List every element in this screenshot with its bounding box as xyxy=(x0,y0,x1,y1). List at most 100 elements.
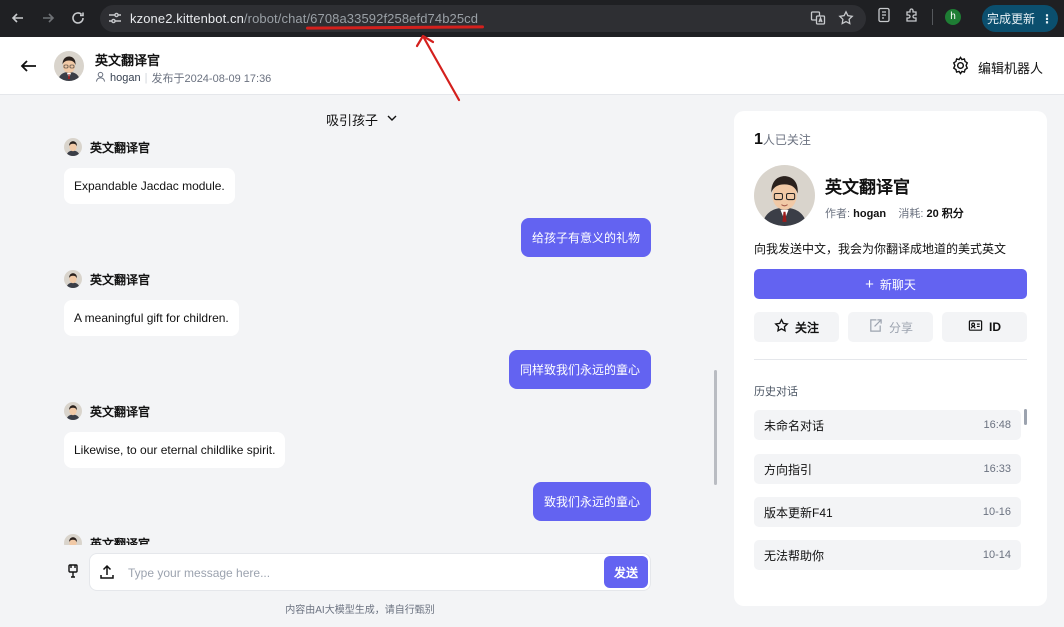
url-domain: kzone2.kittenbot.cn xyxy=(130,11,244,26)
bot-message-name: 英文翻译官 xyxy=(90,404,151,419)
history-item[interactable]: 版本更新F41 10-16 xyxy=(754,497,1021,527)
history-title: 历史对话 xyxy=(754,386,798,398)
extension-icon[interactable] xyxy=(876,7,892,26)
bot-message: 英文翻译官 Expandable Jacdac module. xyxy=(64,137,235,204)
star-icon xyxy=(774,318,789,336)
history-item-time: 16:33 xyxy=(983,463,1011,475)
bot-message-header: 英文翻译官 xyxy=(64,401,285,421)
id-card-icon xyxy=(968,318,983,336)
message-input[interactable] xyxy=(128,563,598,583)
history-item-title: 未命名对话 xyxy=(764,418,825,433)
bot-avatar-mini xyxy=(64,138,82,156)
history-item-time: 10-14 xyxy=(982,549,1011,561)
bot-avatar-mini xyxy=(64,534,82,545)
more-vert-icon: ⋮ xyxy=(1041,11,1053,26)
bot-message: 英文翻译官 A meaningful gift for children. xyxy=(64,269,239,336)
share-label: 分享 xyxy=(888,320,913,335)
message-list[interactable]: 英文翻译官 Expandable Jacdac module. 给孩子有意义的礼… xyxy=(0,135,720,545)
bot-message-bubble: Likewise, to our eternal childlike spiri… xyxy=(64,432,286,468)
plus-icon: + xyxy=(865,275,874,293)
new-chat-label: 新聊天 xyxy=(879,277,916,292)
history-item-time: 16:48 xyxy=(983,419,1011,431)
bookmark-star-icon[interactable] xyxy=(838,10,854,29)
followers-number: 1 xyxy=(754,131,763,148)
bot-message-name: 英文翻译官 xyxy=(90,140,151,155)
send-button[interactable]: 发送 xyxy=(604,556,648,588)
new-chat-button[interactable]: + 新聊天 xyxy=(754,269,1027,299)
history-item[interactable]: 无法帮助你 10-14 xyxy=(754,540,1021,570)
history-item[interactable]: 未命名对话 16:48 xyxy=(754,410,1021,440)
history-item-title: 方向指引 xyxy=(764,462,813,477)
bot-message: 英文翻译官 xyxy=(64,533,150,545)
url-text: kzone2.kittenbot.cn/robot/chat/6708a3359… xyxy=(130,11,478,26)
followers-count: 1人已关注 xyxy=(754,131,811,149)
chat-scrollbar[interactable] xyxy=(714,370,717,485)
meta-separator: | xyxy=(144,72,148,84)
history-item-title: 版本更新F41 xyxy=(764,505,833,520)
history-item-title: 无法帮助你 xyxy=(764,548,825,563)
bot-message-name: 英文翻译官 xyxy=(90,536,151,546)
bot-message-bubble: A meaningful gift for children. xyxy=(64,300,239,336)
header-author: hogan xyxy=(110,72,141,84)
ai-disclaimer: 内容由AI大模型生成，请自行甄别 xyxy=(285,605,435,616)
bot-avatar-mini xyxy=(64,402,82,420)
message-composer: 发送 xyxy=(89,553,651,591)
bot-message-bubble: Expandable Jacdac module. xyxy=(64,168,235,204)
upload-icon[interactable] xyxy=(99,564,115,580)
follow-label: 关注 xyxy=(794,320,819,335)
back-arrow-icon[interactable] xyxy=(18,55,40,77)
follow-button[interactable]: 关注 xyxy=(754,312,839,342)
plugin-icon[interactable] xyxy=(65,563,81,579)
header-meta: hogan | 发布于2024-08-09 17:36 xyxy=(95,70,271,86)
browser-forward-icon[interactable] xyxy=(36,6,60,30)
history-item[interactable]: 方向指引 16:33 xyxy=(754,454,1021,484)
bot-message-name: 英文翻译官 xyxy=(90,272,151,287)
topic-label: 吸引孩子 xyxy=(326,113,379,128)
bot-message-header: 英文翻译官 xyxy=(64,269,239,289)
profile-avatar[interactable]: h xyxy=(945,8,961,25)
share-icon xyxy=(868,318,883,336)
edit-bot-button[interactable]: 编辑机器人 xyxy=(951,56,1043,78)
browser-reload-icon[interactable] xyxy=(66,6,90,30)
browser-back-icon[interactable] xyxy=(6,6,30,30)
app-header: 英文翻译官 hogan | 发布于2024-08-09 17:36 编辑机器人 xyxy=(0,37,1064,95)
browser-toolbar: kzone2.kittenbot.cn/robot/chat/6708a3359… xyxy=(0,0,1064,37)
extensions-puzzle-icon[interactable] xyxy=(904,7,920,26)
id-label: ID xyxy=(989,320,1001,334)
panel-author: hogan xyxy=(853,208,887,220)
panel-bot-meta: 作者: hogan 消耗: 20 积分 xyxy=(825,205,964,221)
update-button-label: 完成更新 xyxy=(986,12,1035,26)
user-icon xyxy=(95,71,106,85)
cost-label: 消耗: xyxy=(898,208,924,220)
bot-message: 英文翻译官 Likewise, to our eternal childlike… xyxy=(64,401,286,468)
panel-divider xyxy=(754,359,1027,360)
url-path: /robot/chat/6708a33592f258efd74b25cd xyxy=(243,11,479,26)
author-label: 作者: xyxy=(825,208,851,220)
bot-message-header: 英文翻译官 xyxy=(64,137,235,157)
bot-avatar xyxy=(54,51,84,81)
bot-info-panel: 1人已关注 英文翻译官 作者: hogan 消耗: 20 积分 向我发送中文，我… xyxy=(734,111,1047,606)
user-message-bubble: 给孩子有意义的礼物 xyxy=(520,218,651,257)
history-scrollbar[interactable] xyxy=(1024,409,1027,425)
user-message-bubble: 同样致我们永远的童心 xyxy=(508,350,651,389)
header-bot-name: 英文翻译官 xyxy=(95,53,161,68)
followers-label: 人已关注 xyxy=(762,133,811,147)
bot-description: 向我发送中文，我会为你翻译成地道的美式英文 xyxy=(754,242,1007,256)
update-button[interactable]: 完成更新 ⋮ xyxy=(982,5,1058,32)
site-info-icon[interactable] xyxy=(108,11,122,28)
share-button[interactable]: 分享 xyxy=(848,312,933,342)
translate-icon[interactable] xyxy=(810,10,826,29)
user-message-bubble: 致我们永远的童心 xyxy=(532,482,651,521)
chevron-down-icon xyxy=(386,112,398,127)
header-published-date: 发布于2024-08-09 17:36 xyxy=(151,73,272,85)
id-button[interactable]: ID xyxy=(942,312,1027,342)
panel-bot-name: 英文翻译官 xyxy=(825,178,910,197)
history-item-time: 10-16 xyxy=(982,506,1011,518)
bot-message-header: 英文翻译官 xyxy=(64,533,150,545)
bot-avatar-mini xyxy=(64,270,82,288)
gear-icon xyxy=(951,56,970,78)
topic-dropdown[interactable]: 吸引孩子 xyxy=(326,110,398,129)
edit-bot-label: 编辑机器人 xyxy=(978,60,1044,76)
chat-area: 吸引孩子 英文翻译官 Expandable Jacdac module. 给孩子… xyxy=(0,95,720,627)
bot-avatar-large xyxy=(754,165,815,226)
